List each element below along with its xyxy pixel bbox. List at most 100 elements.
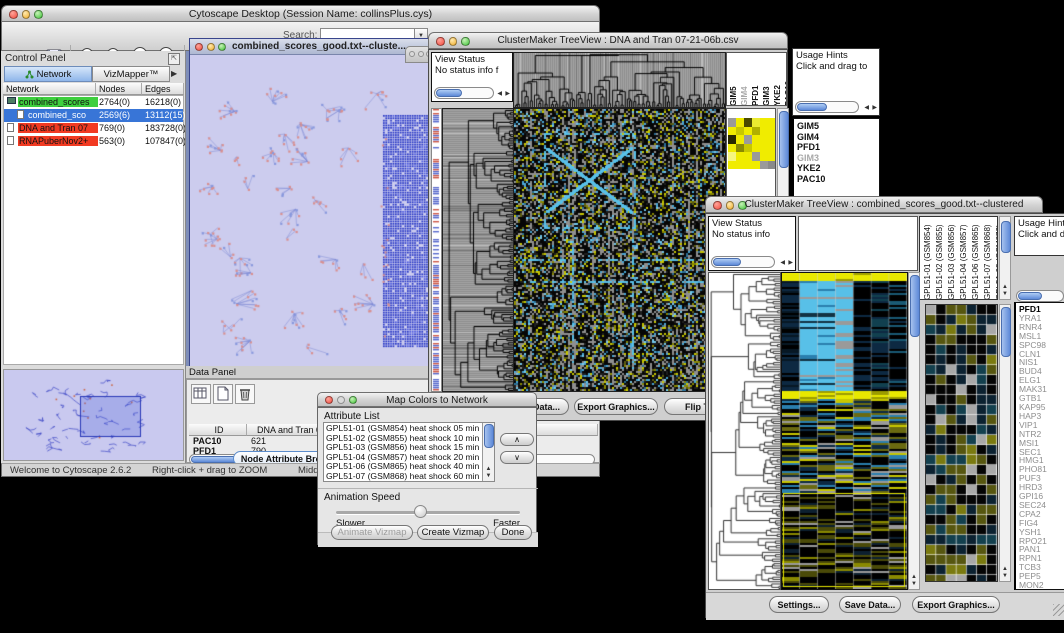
column-dendrogram-panel[interactable] — [798, 216, 918, 271]
scrollbar-thumb[interactable] — [910, 275, 920, 337]
minimize-button[interactable] — [337, 396, 345, 404]
heatmap-cell[interactable] — [760, 152, 768, 161]
treeview2-exportgraphics-button[interactable]: Export Graphics... — [912, 596, 1000, 613]
heatmap-cell[interactable] — [768, 127, 776, 136]
heatmap-cell[interactable] — [744, 118, 752, 127]
heatmap-cell[interactable] — [752, 135, 760, 144]
delete-attribute-trash-icon[interactable] — [235, 384, 255, 404]
dialog-titlebar[interactable]: Map Colors to Network — [317, 392, 537, 407]
usage-hints-scrollbar[interactable] — [795, 101, 859, 113]
heatmap-cell[interactable] — [752, 161, 760, 170]
heatmap-cell[interactable] — [760, 144, 768, 153]
heatmap-cell[interactable] — [768, 161, 776, 170]
heatmap-cell[interactable] — [736, 144, 744, 153]
move-down-button[interactable]: ∨ — [500, 451, 534, 464]
heatmap-cell[interactable] — [760, 135, 768, 144]
column-label[interactable]: GIM3 — [762, 54, 771, 106]
minimize-button[interactable] — [22, 10, 31, 19]
scroll-down-icon[interactable]: ▼ — [483, 473, 494, 480]
speed-slider-track[interactable] — [336, 511, 520, 514]
close-button[interactable] — [409, 51, 415, 57]
heatmap-cell[interactable] — [736, 161, 744, 170]
row-dendrogram[interactable] — [442, 108, 515, 392]
column-label[interactable]: GPL51-06 (GSM865) — [971, 218, 980, 300]
scroll-right-icon[interactable]: ▶ — [505, 90, 510, 98]
zoom-heatmap-scrollbar[interactable]: ▲ ▼ — [999, 304, 1011, 582]
scroll-up-icon[interactable]: ▲ — [483, 466, 494, 473]
scrollbar-thumb[interactable] — [713, 258, 741, 266]
heatmap-cell[interactable] — [744, 161, 752, 170]
column-label[interactable]: YKE2 — [773, 54, 782, 106]
column-header[interactable]: Edges — [142, 83, 184, 95]
gene-label[interactable]: PAC10 — [797, 174, 825, 185]
treeview2-settings-button[interactable]: Settings... — [769, 596, 829, 613]
heatmap-cell[interactable] — [752, 144, 760, 153]
column-label[interactable]: GPL51-07 (GSM868) — [983, 218, 992, 300]
heatmap-cell[interactable] — [736, 135, 744, 144]
minimize-button[interactable] — [726, 201, 735, 210]
heatmap-cell[interactable] — [736, 152, 744, 161]
create-vizmap-button[interactable]: Create Vizmap — [417, 525, 489, 540]
heatmap-cell[interactable] — [752, 118, 760, 127]
tab-overflow-icon[interactable]: ▶ — [171, 69, 177, 78]
float-panel-icon[interactable]: ⇱ — [168, 53, 180, 65]
treeview2-vscrollbar[interactable]: ▲ ▼ — [908, 272, 920, 590]
network-row[interactable]: combined_scores2764(0)16218(0) — [4, 96, 183, 109]
attribute-listbox[interactable]: GPL51-01 (GSM854) heat shock 05 minGPL51… — [323, 422, 495, 482]
heatmap-cell[interactable] — [760, 127, 768, 136]
global-heatmap[interactable] — [781, 272, 908, 590]
column-labels-scrollbar[interactable]: ▲ ▼ — [999, 216, 1011, 300]
network-view-titlebar[interactable]: combined_scores_good.txt--cluste... — [190, 39, 431, 55]
heatmap-cell[interactable] — [752, 127, 760, 136]
scrollbar-thumb[interactable] — [779, 111, 789, 168]
cytoscape-titlebar[interactable]: Cytoscape Desktop (Session Name: collins… — [1, 5, 600, 22]
heatmap-cell[interactable] — [768, 135, 776, 144]
scrollbar-thumb[interactable] — [797, 103, 827, 111]
gene-label[interactable]: PFD1 — [797, 142, 825, 153]
scroll-right-icon[interactable]: ▶ — [788, 259, 793, 267]
column-label[interactable]: GIM5 — [729, 54, 738, 106]
usage-hints-scrollbar[interactable] — [1016, 290, 1064, 302]
heatmap-cell[interactable] — [768, 152, 776, 161]
scroll-up-icon[interactable]: ▲ — [1000, 284, 1010, 291]
global-pixel-strip[interactable] — [431, 108, 442, 392]
treeview2-titlebar[interactable]: ClusterMaker TreeView : combined_scores_… — [705, 196, 1043, 213]
scroll-up-icon[interactable]: ▲ — [909, 574, 919, 581]
new-attribute-icon[interactable] — [213, 384, 233, 404]
resize-grip[interactable] — [1053, 604, 1064, 616]
column-label[interactable]: GPL51-02 (GSM855) — [935, 218, 944, 300]
scroll-left-icon[interactable]: ◀ — [864, 104, 869, 112]
column-label[interactable]: GPL51-04 (GSM857) — [959, 218, 968, 300]
column-header[interactable]: Nodes — [96, 83, 142, 95]
tab-vizmapper[interactable]: VizMapper™ — [92, 66, 170, 82]
view-status-scrollbar[interactable] — [711, 256, 775, 268]
treeview2-savedata-button[interactable]: Save Data... — [839, 596, 901, 613]
attribute-list-scrollbar[interactable]: ▲ ▼ — [482, 423, 494, 481]
gene-label[interactable]: GIM5 — [797, 121, 825, 132]
heatmap-cell[interactable] — [760, 118, 768, 127]
animate-vizmap-button[interactable]: Animate Vizmap — [331, 525, 413, 540]
close-button[interactable] — [195, 43, 203, 51]
heatmap-cell[interactable] — [768, 118, 776, 127]
minimize-button[interactable] — [418, 51, 424, 57]
view-status-scrollbar[interactable] — [434, 87, 494, 99]
column-label[interactable]: GIM4 — [740, 54, 749, 106]
data-column-header[interactable]: ID — [189, 424, 247, 436]
close-button[interactable] — [436, 37, 445, 46]
network-canvas[interactable] — [190, 55, 431, 371]
scrollbar-thumb[interactable] — [436, 89, 462, 97]
column-label[interactable]: GPL51-03 (GSM856) — [947, 218, 956, 300]
scroll-down-icon[interactable]: ▼ — [1000, 573, 1010, 580]
scroll-down-icon[interactable]: ▼ — [1000, 291, 1010, 298]
heatmap-cell[interactable] — [752, 152, 760, 161]
global-heatmap[interactable] — [513, 108, 726, 392]
birdseye-panel[interactable] — [3, 369, 184, 461]
heatmap-cell[interactable] — [728, 135, 736, 144]
scrollbar-thumb[interactable] — [1001, 221, 1011, 253]
scroll-right-icon[interactable]: ▶ — [872, 104, 877, 112]
heatmap-cell[interactable] — [744, 127, 752, 136]
scrollbar-thumb[interactable] — [1001, 307, 1011, 357]
network-row[interactable]: RNAPuberNov2+563(0)107847(0) — [4, 135, 183, 148]
move-up-button[interactable]: ∧ — [500, 433, 534, 446]
heatmap-cell[interactable] — [728, 161, 736, 170]
